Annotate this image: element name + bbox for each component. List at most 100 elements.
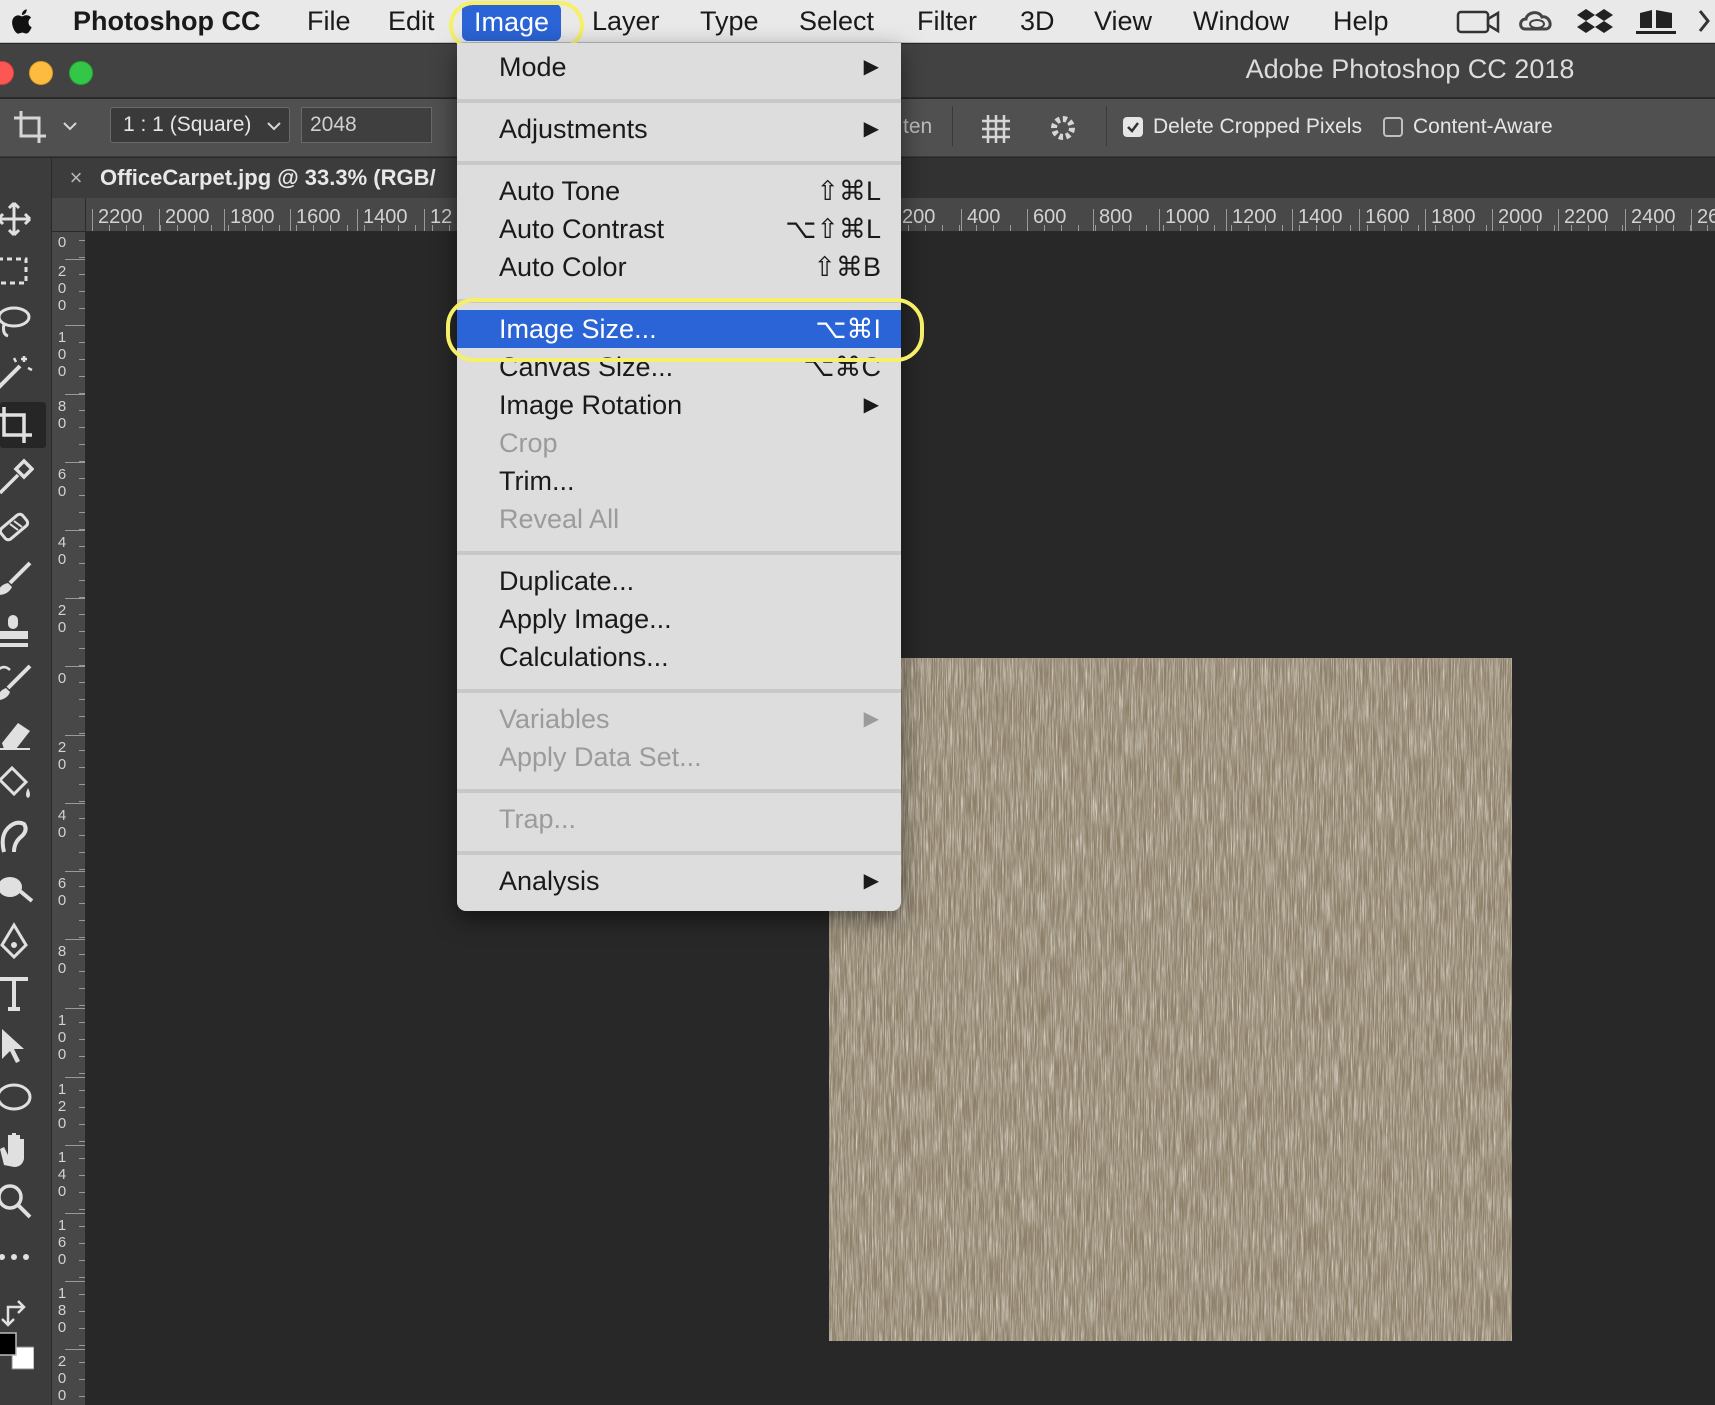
color-swatches-tool[interactable] bbox=[0, 1328, 46, 1374]
menu-item-auto-color[interactable]: Auto Color ⇧⌘B bbox=[457, 248, 901, 286]
ruler-minor-tick bbox=[143, 225, 144, 231]
history-brush-tool[interactable] bbox=[0, 659, 46, 705]
ruler-minor-tick bbox=[79, 1260, 85, 1261]
menu-item-analysis[interactable]: Analysis ▶ bbox=[457, 862, 901, 900]
crop-icon[interactable] bbox=[12, 109, 50, 145]
menu-item-auto-tone[interactable]: Auto Tone ⇧⌘L bbox=[457, 172, 901, 210]
apple-icon[interactable] bbox=[8, 6, 36, 36]
ruler-tick-label: 180 bbox=[57, 1285, 67, 1336]
menu-item-shortcut: ⇧⌘L bbox=[816, 176, 881, 206]
menu-help[interactable]: Help bbox=[1333, 0, 1389, 43]
menu-type[interactable]: Type bbox=[700, 0, 759, 43]
menu-filter[interactable]: Filter bbox=[917, 0, 977, 43]
accessibility-icon[interactable] bbox=[1694, 7, 1715, 36]
dodge-tool[interactable] bbox=[0, 864, 46, 910]
window-minimize-button[interactable] bbox=[29, 61, 53, 85]
hand-tool[interactable] bbox=[0, 1126, 46, 1172]
marquee-tool[interactable] bbox=[0, 248, 46, 294]
menu-separator bbox=[457, 789, 901, 793]
menu-extra-icon[interactable] bbox=[1634, 7, 1678, 36]
straighten-label[interactable]: ten bbox=[903, 110, 932, 144]
ruler-minor-tick bbox=[79, 767, 85, 768]
move-tool[interactable] bbox=[0, 196, 46, 242]
ruler-minor-tick bbox=[79, 988, 85, 989]
menu-3d[interactable]: 3D bbox=[1020, 0, 1055, 43]
overlay-grid-icon[interactable] bbox=[978, 111, 1014, 147]
more-tools-tool[interactable] bbox=[0, 1234, 46, 1280]
lasso-tool[interactable] bbox=[0, 299, 46, 345]
crop-tool[interactable] bbox=[0, 402, 46, 448]
ruler-minor-tick bbox=[79, 376, 85, 377]
gear-icon[interactable] bbox=[1046, 111, 1082, 147]
eyedropper-icon bbox=[0, 458, 34, 495]
chevron-down-icon[interactable] bbox=[62, 118, 78, 134]
ruler-minor-tick bbox=[1282, 225, 1283, 231]
menu-layer[interactable]: Layer bbox=[592, 0, 660, 43]
ruler-origin[interactable] bbox=[52, 198, 86, 232]
ellipse-tool[interactable] bbox=[0, 1074, 46, 1120]
menu-window[interactable]: Window bbox=[1193, 0, 1289, 43]
menu-item-duplicate[interactable]: Duplicate... bbox=[457, 562, 901, 600]
menu-app-name[interactable]: Photoshop CC bbox=[73, 0, 260, 43]
delete-cropped-pixels-label[interactable]: Delete Cropped Pixels bbox=[1153, 110, 1362, 144]
submenu-arrow-icon: ▶ bbox=[863, 708, 879, 730]
paint-bucket-tool[interactable] bbox=[0, 761, 46, 807]
ruler-minor-tick bbox=[79, 648, 85, 649]
ruler-minor-tick bbox=[211, 225, 212, 231]
delete-cropped-pixels-checkbox[interactable] bbox=[1123, 117, 1143, 137]
ruler-minor-tick bbox=[1554, 225, 1555, 231]
brush-tool[interactable] bbox=[0, 556, 46, 602]
menu-item-mode[interactable]: Mode ▶ bbox=[457, 48, 901, 86]
ruler-minor-tick bbox=[1622, 225, 1623, 231]
menu-edit[interactable]: Edit bbox=[388, 0, 435, 43]
menu-file[interactable]: File bbox=[307, 0, 351, 43]
menu-item-auto-contrast[interactable]: Auto Contrast ⌥⇧⌘L bbox=[457, 210, 901, 248]
ruler-minor-tick bbox=[79, 1056, 85, 1057]
magic-wand-tool[interactable] bbox=[0, 349, 46, 395]
creative-cloud-icon[interactable] bbox=[1517, 7, 1557, 36]
pen-tool[interactable] bbox=[0, 918, 46, 964]
menu-item-apply-image[interactable]: Apply Image... bbox=[457, 600, 901, 638]
dropbox-icon[interactable] bbox=[1575, 7, 1615, 36]
menu-item-image-rotation[interactable]: Image Rotation ▶ bbox=[457, 386, 901, 424]
photoshop-screen: Photoshop CC File Edit Image Layer Type … bbox=[0, 0, 1715, 1405]
document-tab-title[interactable]: OfficeCarpet.jpg @ 33.3% (RGB/ bbox=[100, 161, 436, 195]
menu-separator bbox=[457, 161, 901, 165]
menu-item-calculations[interactable]: Calculations... bbox=[457, 638, 901, 676]
content-aware-label[interactable]: Content-Aware bbox=[1413, 110, 1553, 144]
ruler-minor-tick bbox=[79, 1158, 85, 1159]
ruler-minor-tick bbox=[194, 225, 195, 231]
ruler-minor-tick bbox=[1044, 225, 1045, 231]
ruler-minor-tick bbox=[79, 427, 85, 428]
ruler-minor-tick bbox=[79, 529, 85, 530]
aspect-ratio-select[interactable]: 1 : 1 (Square) bbox=[110, 107, 290, 143]
ruler-tick-label: 1400 bbox=[1298, 206, 1343, 228]
eyedropper-tool[interactable] bbox=[0, 454, 46, 500]
clone-stamp-tool[interactable] bbox=[0, 608, 46, 654]
carpet-image[interactable] bbox=[829, 658, 1512, 1341]
ruler-minor-tick bbox=[79, 1311, 85, 1312]
ruler-minor-tick bbox=[1231, 225, 1232, 231]
menu-item-trim[interactable]: Trim... bbox=[457, 462, 901, 500]
ruler-minor-tick bbox=[1299, 225, 1300, 231]
menu-item-adjustments[interactable]: Adjustments ▶ bbox=[457, 110, 901, 148]
ruler-tick bbox=[1292, 209, 1293, 231]
crop-width-input[interactable]: 2048 bbox=[301, 107, 432, 143]
tab-close-button[interactable]: × bbox=[64, 161, 88, 195]
path-selection-tool[interactable] bbox=[0, 1022, 46, 1068]
ruler-minor-tick bbox=[79, 665, 85, 666]
healing-brush-tool[interactable] bbox=[0, 505, 46, 551]
smudge-tool[interactable] bbox=[0, 813, 46, 859]
ruler-tick bbox=[424, 209, 425, 231]
type-tool[interactable] bbox=[0, 970, 46, 1016]
eraser-tool[interactable] bbox=[0, 710, 46, 756]
menu-select[interactable]: Select bbox=[799, 0, 874, 43]
zoom-tool[interactable] bbox=[0, 1178, 46, 1224]
ruler-tick bbox=[65, 462, 85, 463]
video-camera-icon[interactable] bbox=[1456, 7, 1500, 36]
menu-view[interactable]: View bbox=[1094, 0, 1152, 43]
content-aware-checkbox[interactable] bbox=[1383, 117, 1403, 137]
menu-item-label: Trap... bbox=[499, 804, 577, 834]
window-zoom-button[interactable] bbox=[69, 61, 93, 85]
vertical-ruler[interactable]: 0 200 100 80 60 40 20 0 20 40 60 80 100 120 140 160 180 2… bbox=[52, 232, 86, 1405]
